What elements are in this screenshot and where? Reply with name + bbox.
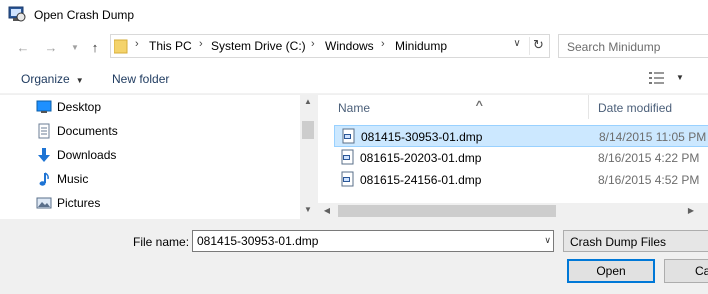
view-options-icon (649, 72, 664, 84)
sidebar-item-downloads[interactable]: Downloads (36, 145, 116, 165)
column-divider[interactable] (588, 95, 589, 119)
organize-label: Organize (21, 72, 70, 86)
documents-icon (38, 123, 50, 139)
pictures-icon (36, 197, 52, 209)
column-header-name-label: Name (338, 101, 371, 115)
sidebar-item-music[interactable]: Music (36, 169, 88, 189)
breadcrumb-windows[interactable]: Windows (325, 39, 374, 53)
up-arrow-icon[interactable]: ↑ (86, 38, 104, 56)
file-list-pane: ∧ Name Date modified 081415-30953-01.dmp… (317, 95, 708, 219)
file-name: 081615-20203-01.dmp (360, 151, 482, 165)
file-date-modified: 8/14/2015 11:05 PM (599, 130, 707, 144)
breadcrumb-separator-icon[interactable]: › (311, 38, 315, 50)
file-row[interactable]: 081615-24156-01.dmp 8/16/2015 4:52 PM (334, 169, 708, 191)
refresh-icon[interactable]: ↻ (529, 37, 547, 55)
sidebar-item-desktop[interactable]: Desktop (36, 97, 101, 117)
window-title: Open Crash Dump (34, 8, 135, 22)
forward-arrow-icon[interactable]: → (42, 38, 60, 56)
dump-file-icon (341, 149, 354, 165)
downloads-icon (38, 148, 50, 162)
dump-file-icon (342, 128, 355, 144)
chevron-down-icon: ▼ (75, 76, 84, 85)
breadcrumb-separator-icon[interactable]: › (135, 38, 139, 50)
folder-icon (114, 39, 128, 54)
column-header-name[interactable]: ∧ Name (338, 98, 485, 115)
cancel-button-label: Cancel (695, 264, 708, 278)
navigation-pane: Desktop Documents Downloads Music Pictur… (0, 95, 316, 219)
file-name-combobox[interactable]: ∨ (192, 230, 554, 252)
title-bar: Open Crash Dump (0, 0, 708, 30)
sidebar-item-label: Downloads (57, 148, 117, 162)
breadcrumb-separator-icon[interactable]: › (199, 38, 203, 50)
scroll-down-icon[interactable]: ▼ (300, 205, 316, 219)
breadcrumb-system-drive[interactable]: System Drive (C:) (211, 39, 306, 53)
scroll-up-icon[interactable]: ▲ (300, 97, 316, 111)
sidebar-item-label: Pictures (57, 196, 101, 210)
file-name-input[interactable] (194, 232, 534, 250)
file-row[interactable]: 081615-20203-01.dmp 8/16/2015 4:22 PM (334, 147, 708, 169)
file-list-horizontal-scrollbar[interactable]: ◀ ▶ (318, 203, 708, 219)
sidebar-item-pictures[interactable]: Pictures (36, 193, 100, 213)
file-name-label: File name: (133, 235, 190, 249)
cancel-button[interactable]: Cancel (664, 259, 708, 283)
dialog-footer: File name: ∨ Crash Dump Files Open Cance… (0, 219, 708, 294)
scrollbar-thumb[interactable] (338, 205, 556, 217)
file-name: 081615-24156-01.dmp (360, 173, 482, 187)
column-header-date-modified[interactable]: Date modified (598, 101, 672, 115)
sidebar-item-documents[interactable]: Documents (36, 121, 118, 141)
chevron-down-icon: ▼ (676, 73, 684, 82)
sidebar-item-label: Music (57, 172, 89, 186)
file-row[interactable]: 081415-30953-01.dmp 8/14/2015 11:05 PM (334, 125, 708, 147)
scroll-left-icon[interactable]: ◀ (320, 204, 334, 218)
breadcrumb-this-pc[interactable]: This PC (149, 39, 192, 53)
navigation-bar: ← → ▼ ↑ › This PC › System Drive (C:) › … (0, 30, 708, 64)
navigation-pane-scrollbar[interactable]: ▲ ▼ (300, 95, 316, 219)
address-bar[interactable]: › This PC › System Drive (C:) › Windows … (110, 34, 550, 58)
file-date-modified: 8/16/2015 4:22 PM (598, 151, 700, 165)
scrollbar-thumb[interactable] (302, 121, 314, 139)
new-folder-button[interactable]: New folder (112, 72, 169, 86)
file-type-filter-select[interactable]: Crash Dump Files (563, 230, 708, 252)
view-options-button[interactable]: ▼ (648, 71, 688, 87)
address-history-dropdown-icon[interactable]: ∨ (509, 38, 525, 54)
command-toolbar: Organize ▼ New folder ▼ (0, 64, 708, 94)
chevron-down-icon[interactable]: ∨ (544, 235, 551, 246)
dump-file-icon (341, 171, 354, 187)
crash-dump-app-icon (8, 6, 26, 22)
file-type-filter-value: Crash Dump Files (570, 235, 667, 249)
breadcrumb-separator-icon[interactable]: › (381, 38, 385, 50)
back-arrow-icon[interactable]: ← (14, 38, 32, 56)
breadcrumb-minidump[interactable]: Minidump (395, 39, 447, 53)
organize-button[interactable]: Organize ▼ (21, 72, 84, 86)
sidebar-item-label: Documents (57, 124, 118, 138)
search-placeholder: Search Minidump (567, 40, 661, 54)
scroll-right-icon[interactable]: ▶ (684, 204, 698, 218)
file-name: 081415-30953-01.dmp (361, 130, 483, 144)
search-input[interactable]: Search Minidump (558, 34, 708, 58)
sidebar-item-label: Desktop (57, 100, 102, 114)
recent-locations-icon[interactable]: ▼ (66, 38, 84, 56)
sort-ascending-icon: ∧ (474, 98, 485, 108)
music-icon (39, 172, 49, 186)
open-button[interactable]: Open (567, 259, 655, 283)
file-date-modified: 8/16/2015 4:52 PM (598, 173, 700, 187)
desktop-icon (36, 100, 52, 113)
